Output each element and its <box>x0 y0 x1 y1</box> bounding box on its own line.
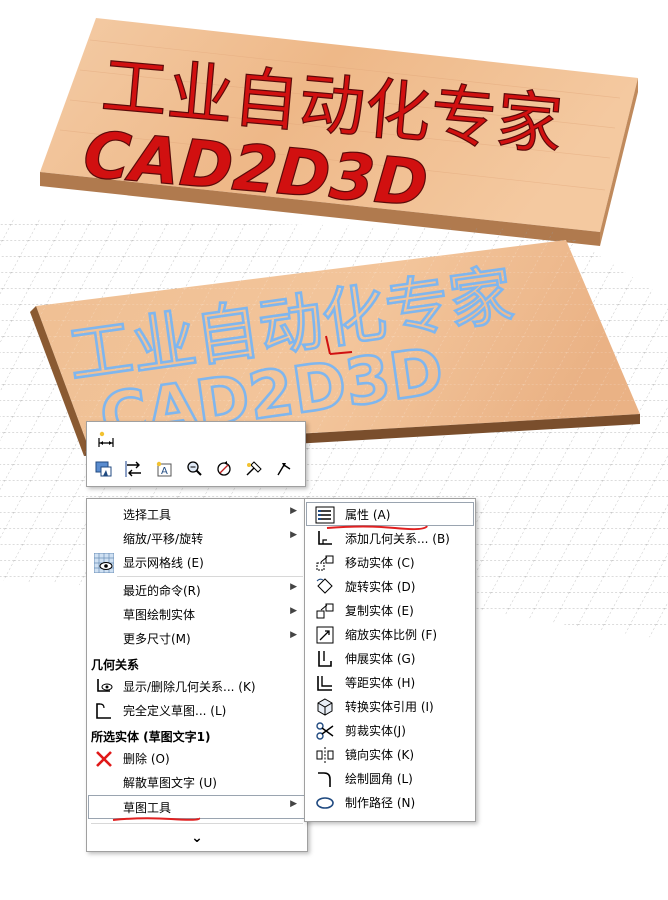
rotate-view-icon[interactable] <box>213 458 235 480</box>
chevron-down-icon: ⌄ <box>191 830 203 846</box>
submenu-item-trim-entities[interactable]: 剪裁实体(J) <box>307 719 473 741</box>
submenu-item-label: 剪裁实体(J) <box>345 724 406 738</box>
menu-item-delete[interactable]: 删除 (O) <box>89 747 305 769</box>
menu-item-label: 最近的命令(R) <box>123 584 201 598</box>
convert-entities-icon <box>315 697 333 716</box>
menu-item-select-tools[interactable]: 选择工具 ▶ <box>89 503 305 525</box>
reverse-dimension-icon[interactable] <box>123 458 145 480</box>
properties-icon <box>315 505 335 524</box>
section-title: 所选实体 (草图文字1) <box>91 730 211 744</box>
submenu-item-label: 等距实体 (H) <box>345 676 416 690</box>
fully-define-icon <box>94 701 112 719</box>
menu-item-label: 缩放/平移/旋转 <box>123 532 204 546</box>
submenu-arrow-icon: ▶ <box>290 630 297 640</box>
submenu-item-label: 复制实体 (E) <box>345 604 414 618</box>
submenu-item-label: 制作路径 (N) <box>345 796 416 810</box>
submenu-item-sketch-fillet[interactable]: 绘制圆角 (L) <box>307 767 473 789</box>
rotate-entities-icon <box>315 577 333 595</box>
sketch-tools-submenu: 属性 (A) 添加几何关系... (B) 移动实体 (C) 旋转实体 (D) 复… <box>304 498 476 822</box>
menu-item-more-dimensions[interactable]: 更多尺寸(M) ▶ <box>89 627 305 649</box>
section-header-relations: 几何关系 <box>89 653 305 673</box>
section-header-selected-entity: 所选实体 (草图文字1) <box>89 725 305 745</box>
submenu-item-label: 属性 (A) <box>345 508 391 522</box>
menu-item-show-grid[interactable]: 显示网格线 (E) <box>89 551 305 574</box>
menu-item-display-delete-relations[interactable]: 显示/删除几何关系... (K) <box>89 675 305 697</box>
menu-item-label: 更多尺寸(M) <box>123 632 191 646</box>
menu-item-label: 解散草图文字 (U) <box>123 776 217 790</box>
menu-item-label: 草图工具 <box>123 801 172 815</box>
submenu-item-make-path[interactable]: 制作路径 (N) <box>307 791 473 813</box>
annotation-underline-sketch-tools <box>112 817 201 821</box>
menu-item-label: 删除 (O) <box>123 752 170 766</box>
submenu-item-label: 旋转实体 (D) <box>345 580 416 594</box>
submenu-arrow-icon: ▶ <box>290 606 297 616</box>
submenu-item-label: 镜向实体 (K) <box>345 748 415 762</box>
sketch-picture-icon[interactable] <box>93 458 115 480</box>
menu-separator <box>91 823 303 824</box>
submenu-item-move-entities[interactable]: 移动实体 (C) <box>307 551 473 573</box>
menu-item-label: 完全定义草图... (L) <box>123 704 227 718</box>
text-annotation-icon[interactable]: A <box>153 458 175 480</box>
stretch-entities-icon <box>315 649 333 667</box>
menu-item-zoom-pan-rotate[interactable]: 缩放/平移/旋转 ▶ <box>89 527 305 549</box>
add-relation-icon <box>315 529 333 547</box>
trim-scissors-icon <box>315 721 334 740</box>
menu-separator <box>117 576 303 577</box>
submenu-item-mirror-entities[interactable]: 镜向实体 (K) <box>307 743 473 765</box>
submenu-item-properties[interactable]: 属性 (A) <box>306 502 474 526</box>
copy-entities-icon <box>315 601 334 619</box>
submenu-item-label: 绘制圆角 (L) <box>345 772 413 786</box>
submenu-item-stretch-entities[interactable]: 伸展实体 (G) <box>307 647 473 669</box>
submenu-item-copy-entities[interactable]: 复制实体 (E) <box>307 599 473 621</box>
submenu-item-convert-entities[interactable]: 转换实体引用 (I) <box>307 695 473 717</box>
menu-item-recent-commands[interactable]: 最近的命令(R) ▶ <box>89 579 305 601</box>
menu-item-label: 选择工具 <box>123 508 172 522</box>
submenu-item-scale-entities[interactable]: 缩放实体比例 (F) <box>307 623 473 645</box>
submenu-arrow-icon: ▶ <box>290 582 297 592</box>
submenu-item-label: 伸展实体 (G) <box>345 652 416 666</box>
fillet-icon <box>315 769 333 787</box>
menu-item-sketch-entities[interactable]: 草图绘制实体 ▶ <box>89 603 305 625</box>
submenu-item-label: 移动实体 (C) <box>345 556 415 570</box>
section-title: 几何关系 <box>91 658 140 672</box>
submenu-item-label: 缩放实体比例 (F) <box>345 628 438 642</box>
submenu-item-label: 转换实体引用 (I) <box>345 700 434 714</box>
grid-view-icon <box>93 552 115 574</box>
menu-item-label: 显示/删除几何关系... (K) <box>123 680 256 694</box>
extend-entity-icon[interactable] <box>273 458 295 480</box>
mirror-entities-icon <box>315 745 334 763</box>
submenu-item-add-relation[interactable]: 添加几何关系... (B) <box>307 527 473 549</box>
submenu-item-offset-entities[interactable]: 等距实体 (H) <box>307 671 473 693</box>
submenu-arrow-icon: ▶ <box>290 799 297 809</box>
offset-entities-icon <box>315 673 333 691</box>
menu-item-fully-define-sketch[interactable]: 完全定义草图... (L) <box>89 699 305 721</box>
scale-entities-icon <box>315 625 334 644</box>
submenu-arrow-icon: ▶ <box>290 530 297 540</box>
menu-item-dissolve-sketch-text[interactable]: 解散草图文字 (U) <box>89 771 305 793</box>
menu-item-label: 草图绘制实体 <box>123 608 196 622</box>
submenu-item-label: 添加几何关系... (B) <box>345 532 450 546</box>
trim-entity-icon[interactable] <box>243 458 265 480</box>
menu-expand-chevron[interactable]: ⌄ <box>89 827 305 849</box>
svg-text:A: A <box>161 466 168 477</box>
relations-icon <box>94 677 113 695</box>
make-path-icon <box>315 793 334 811</box>
submenu-item-rotate-entities[interactable]: 旋转实体 (D) <box>307 575 473 597</box>
menu-item-label: 显示网格线 (E) <box>123 556 204 570</box>
context-menu: 选择工具 ▶ 缩放/平移/旋转 ▶ 显示网格线 (E) 最近的命令(R) ▶ 草… <box>86 498 308 852</box>
submenu-arrow-icon: ▶ <box>290 506 297 516</box>
delete-x-icon <box>94 749 112 767</box>
move-entities-icon <box>315 553 334 571</box>
context-mini-toolbar: A <box>86 421 306 487</box>
zoom-to-fit-icon[interactable] <box>183 458 205 480</box>
smart-dimension-icon[interactable] <box>95 428 117 450</box>
